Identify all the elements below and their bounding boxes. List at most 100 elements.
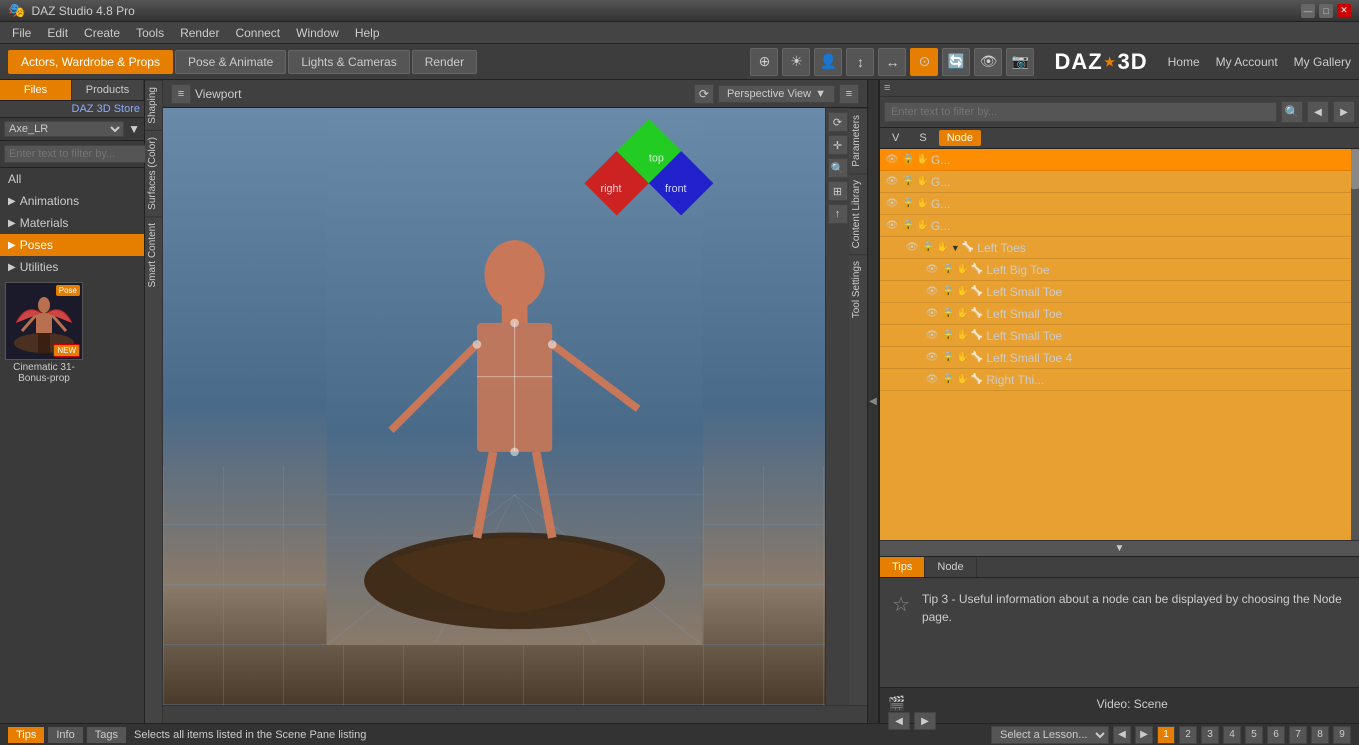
link-gallery[interactable]: My Gallery	[1294, 55, 1351, 69]
tool-icon-9[interactable]: 📷	[1006, 48, 1034, 76]
menu-render[interactable]: Render	[172, 24, 227, 42]
tab-files[interactable]: Files	[0, 80, 72, 100]
vp-btn-zoom[interactable]: 🔍	[828, 158, 848, 178]
page-7[interactable]: 7	[1289, 726, 1307, 744]
scrollbar-thumb[interactable]	[1351, 149, 1359, 189]
perspective-view-button[interactable]: Perspective View ▼	[718, 85, 835, 103]
viewport-menu-icon[interactable]: ≡	[171, 84, 191, 104]
tab-pose[interactable]: Pose & Animate	[175, 50, 286, 74]
page-6[interactable]: 6	[1267, 726, 1285, 744]
content-item-cinematic[interactable]: Pose NEW Cinematic 31-Bonus-prop	[4, 282, 84, 384]
info-bottom-tab[interactable]: Info	[48, 727, 82, 743]
tool-settings-tab[interactable]: Tool Settings	[849, 254, 867, 324]
tips-bottom-tab[interactable]: Tips	[8, 727, 44, 743]
eye-icon-1[interactable]: 👁	[884, 174, 900, 190]
menu-create[interactable]: Create	[76, 24, 128, 42]
vp-btn-up[interactable]: ↑	[828, 204, 848, 224]
lesson-prev[interactable]: ◀	[888, 712, 910, 730]
page-1[interactable]: 1	[1157, 726, 1175, 744]
lesson-next[interactable]: ▶	[914, 712, 936, 730]
tree-scroll-down[interactable]: ▼	[880, 540, 1359, 556]
lesson-page-prev[interactable]: ◀	[1113, 726, 1131, 744]
tab-lights[interactable]: Lights & Cameras	[288, 50, 409, 74]
vp-btn-frame[interactable]: ⊞	[828, 181, 848, 201]
right-nav-next[interactable]: ▶	[1333, 101, 1355, 123]
tree-row-2[interactable]: 👁 🔒 ✋ G...	[880, 193, 1359, 215]
tree-row-lst1[interactable]: 👁 🔒 ✋ 🦴 Left Small Toe	[880, 281, 1359, 303]
center-right-collapse[interactable]: ◀	[867, 80, 879, 723]
nav-utilities[interactable]: ▶ Utilities	[0, 256, 144, 278]
tab-node[interactable]: Node	[925, 557, 976, 577]
tool-icon-5[interactable]: ↔	[878, 48, 906, 76]
col-tab-s[interactable]: S	[911, 130, 934, 146]
rotate-icon[interactable]: ⟳	[694, 84, 714, 104]
scene-panel-collapse-icon[interactable]: ≡	[884, 82, 890, 94]
nav-animations[interactable]: ▶ Animations	[0, 190, 144, 212]
tags-bottom-tab[interactable]: Tags	[87, 727, 126, 743]
tree-row-lst2[interactable]: 👁 🔒 ✋ 🦴 Left Small Toe	[880, 303, 1359, 325]
3d-viewport[interactable]: right top front ⟳ ✛ 🔍 ⊞ ↑ Paramet	[163, 108, 867, 705]
col-tab-node[interactable]: Node	[939, 130, 981, 146]
eye-icon-lt[interactable]: 👁	[904, 240, 920, 256]
menu-tools[interactable]: Tools	[128, 24, 172, 42]
eye-icon-0[interactable]: 👁	[884, 152, 900, 168]
lesson-select[interactable]: Select a Lesson...	[991, 726, 1109, 744]
nav-all[interactable]: All	[0, 168, 144, 190]
lesson-page-next[interactable]: ▶	[1135, 726, 1153, 744]
right-nav-prev[interactable]: ◀	[1307, 101, 1329, 123]
vp-btn-rotate[interactable]: ⟳	[828, 112, 848, 132]
tree-row-left-toes[interactable]: 👁 🔒 ✋ ▼ 🦴 Left Toes	[880, 237, 1359, 259]
menu-help[interactable]: Help	[347, 24, 388, 42]
eye-icon-lbt[interactable]: 👁	[924, 262, 940, 278]
tree-row-3[interactable]: 👁 🔒 ✋ G...	[880, 215, 1359, 237]
tool-icon-4[interactable]: ↕	[846, 48, 874, 76]
eye-icon-lst3[interactable]: 👁	[924, 328, 940, 344]
eye-icon-lst4[interactable]: 👁	[924, 350, 940, 366]
content-library-tab[interactable]: Content Library	[849, 173, 867, 254]
right-search-input[interactable]	[884, 102, 1277, 122]
page-3[interactable]: 3	[1201, 726, 1219, 744]
parameters-tab[interactable]: Parameters	[849, 108, 867, 173]
tree-row-lst3[interactable]: 👁 🔒 ✋ 🦴 Left Small Toe	[880, 325, 1359, 347]
eye-icon-extra[interactable]: 👁	[924, 372, 940, 388]
scene-tree[interactable]: 👁 🔒 ✋ G... 👁 🔒 ✋ G... 👁 🔒 ✋ G...	[880, 149, 1359, 556]
nav-materials[interactable]: ▶ Materials	[0, 212, 144, 234]
page-2[interactable]: 2	[1179, 726, 1197, 744]
eye-icon-3[interactable]: 👁	[884, 218, 900, 234]
tool-icon-3[interactable]: 👤	[814, 48, 842, 76]
tool-icon-2[interactable]: ☀	[782, 48, 810, 76]
vp-btn-move[interactable]: ✛	[828, 135, 848, 155]
tool-icon-6[interactable]: ⊙	[910, 48, 938, 76]
page-8[interactable]: 8	[1311, 726, 1329, 744]
tree-row-extra[interactable]: 👁 🔒 ✋ 🦴 Right Thi...	[880, 369, 1359, 391]
page-9[interactable]: 9	[1333, 726, 1351, 744]
link-home[interactable]: Home	[1168, 55, 1200, 69]
store-link[interactable]: DAZ 3D Store	[72, 103, 140, 115]
surfaces-tab[interactable]: Surfaces (Color)	[145, 130, 162, 216]
shaping-tab[interactable]: Shaping	[145, 80, 162, 130]
minimize-button[interactable]: —	[1301, 4, 1315, 18]
nav-poses[interactable]: ▶ Poses	[0, 234, 144, 256]
tree-row-0[interactable]: 👁 🔒 ✋ G...	[880, 149, 1359, 171]
left-dropdown-select[interactable]: Axe_LR	[4, 121, 124, 137]
video-icon[interactable]: 🎬	[888, 695, 905, 712]
eye-icon-lst1[interactable]: 👁	[924, 284, 940, 300]
tree-row-1[interactable]: 👁 🔒 ✋ G...	[880, 171, 1359, 193]
tab-products[interactable]: Products	[72, 80, 144, 100]
link-account[interactable]: My Account	[1216, 55, 1278, 69]
viewport-options-icon[interactable]: ≡	[839, 84, 859, 104]
menu-file[interactable]: File	[4, 24, 39, 42]
menu-connect[interactable]: Connect	[227, 24, 288, 42]
tool-icon-1[interactable]: ⊕	[750, 48, 778, 76]
eye-icon-lst2[interactable]: 👁	[924, 306, 940, 322]
tool-icon-7[interactable]: 🔄	[942, 48, 970, 76]
right-search-button[interactable]: 🔍	[1281, 101, 1303, 123]
page-5[interactable]: 5	[1245, 726, 1263, 744]
menu-edit[interactable]: Edit	[39, 24, 76, 42]
menu-window[interactable]: Window	[288, 24, 347, 42]
tab-tips[interactable]: Tips	[880, 557, 925, 577]
eye-icon-2[interactable]: 👁	[884, 196, 900, 212]
col-tab-v[interactable]: V	[884, 130, 907, 146]
tool-icon-8[interactable]: 👁	[974, 48, 1002, 76]
close-button[interactable]: ✕	[1337, 4, 1351, 18]
